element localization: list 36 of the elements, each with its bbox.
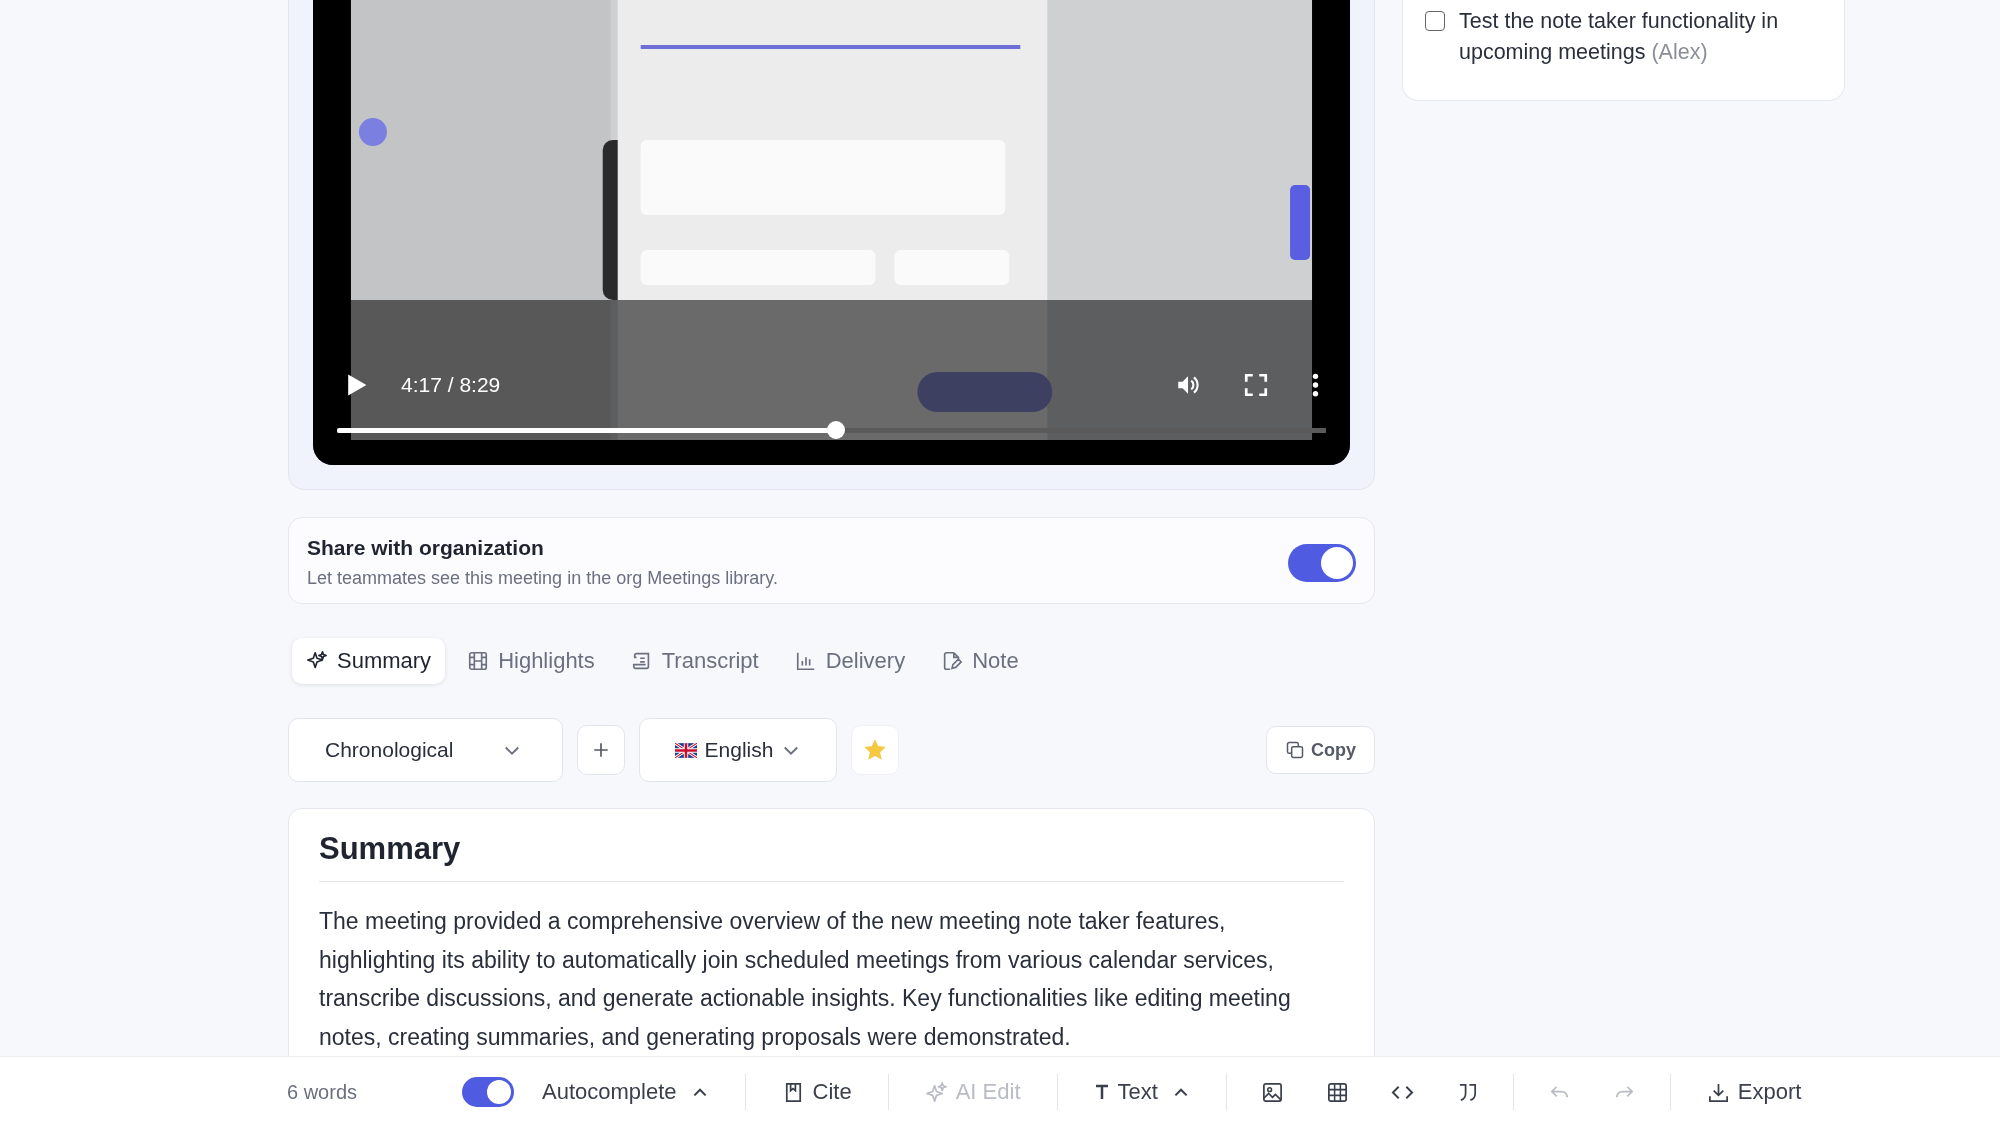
text-format-icon: [1093, 1084, 1110, 1100]
export-button[interactable]: Export: [1688, 1073, 1820, 1111]
film-icon: [467, 650, 490, 672]
table-icon: [1325, 1080, 1349, 1104]
flag-icon: [674, 742, 697, 758]
text-style-button[interactable]: Text: [1075, 1073, 1208, 1111]
copy-icon: [1285, 740, 1305, 760]
sparkle-icon: [924, 1080, 948, 1104]
more-icon[interactable]: [1311, 372, 1320, 398]
order-dropdown[interactable]: Chronological: [288, 718, 563, 782]
share-title: Share with organization: [307, 536, 545, 560]
tab[interactable]: Transcript: [616, 638, 773, 684]
image-icon: [1260, 1080, 1284, 1104]
plus-icon: [592, 741, 610, 759]
share-toggle[interactable]: [1288, 543, 1356, 582]
cite-button[interactable]: Cite: [763, 1073, 870, 1111]
tab[interactable]: Delivery: [780, 638, 920, 684]
video-time: 4:17 / 8:29: [401, 373, 501, 397]
summary-text: The meeting provided a comprehensive overview of the new meeting note taker features, highlighting its ability to automatically join scheduled meetings from various calendar services, transcribe discussions, and generate actionable insights. Key functionalities like editing meeting notes, creating summaries, and generating proposals were demonstrated.: [319, 907, 1292, 1052]
fullscreen-icon[interactable]: [1243, 372, 1269, 398]
autocomplete-button[interactable]: Autocomplete: [524, 1073, 727, 1111]
tab[interactable]: Note: [927, 638, 1033, 684]
tab[interactable]: Summary: [292, 638, 446, 684]
language-dropdown[interactable]: English: [639, 718, 837, 782]
action-item-text: Test the note taker functionality in upcoming meetings (Alex): [1459, 8, 1780, 66]
document-pen-icon: [941, 650, 964, 672]
share-description: Let teammates see this meeting in the org Meetings library.: [307, 568, 779, 589]
copy-button[interactable]: Copy: [1266, 726, 1375, 774]
autocomplete-toggle[interactable]: [462, 1077, 515, 1107]
word-count: 6 words: [287, 1080, 358, 1104]
seek-handle[interactable]: [827, 421, 846, 439]
bar-chart-icon: [794, 650, 817, 672]
tab[interactable]: Highlights: [453, 638, 609, 684]
checkbox[interactable]: [1425, 11, 1445, 31]
add-button[interactable]: [577, 725, 625, 775]
summary-heading: Summary: [319, 831, 1344, 882]
